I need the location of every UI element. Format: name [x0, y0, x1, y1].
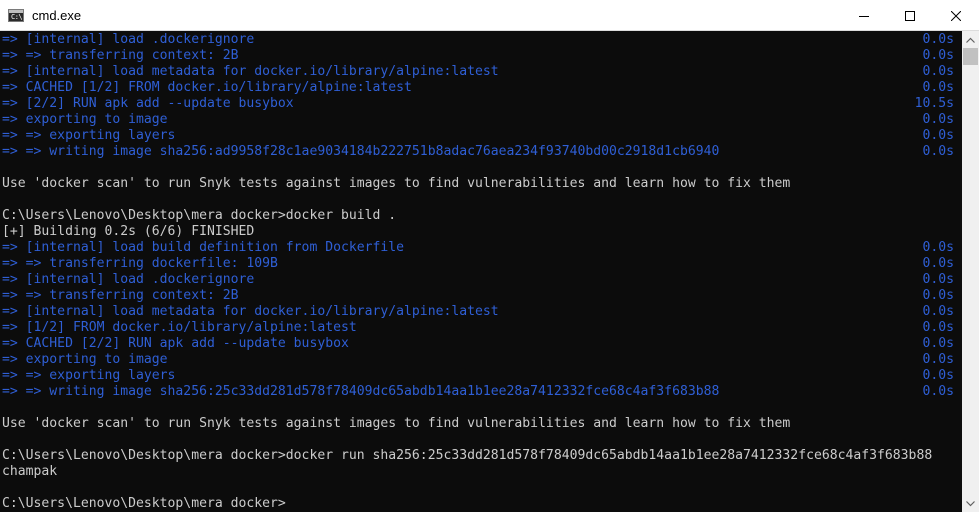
terminal-line: => => transferring dockerfile: 109B 0.0s — [2, 256, 954, 272]
terminal-line-text: => [internal] load .dockerignore — [2, 32, 255, 47]
terminal-line-text: => => transferring context: 2B — [2, 288, 239, 303]
terminal-line-duration: 0.0s — [922, 128, 954, 143]
terminal-line-text: => [1/2] FROM docker.io/library/alpine:l… — [2, 320, 357, 335]
chevron-up-icon — [966, 37, 975, 43]
terminal-line: => exporting to image 0.0s — [2, 352, 954, 368]
terminal-line-text: => [internal] load build definition from… — [2, 240, 405, 255]
terminal-line-text: => => writing image sha256:25c33dd281d57… — [2, 384, 720, 399]
terminal-line: => => transferring context: 2B 0.0s — [2, 288, 954, 304]
chevron-down-icon — [966, 500, 975, 506]
terminal-line-text: => => writing image sha256:ad9958f28c1ae… — [2, 144, 720, 159]
terminal-line: => => exporting layers 0.0s — [2, 128, 954, 144]
terminal-line-duration: 0.0s — [922, 240, 954, 255]
terminal-line: C:\Users\Lenovo\Desktop\mera docker>dock… — [2, 208, 954, 224]
terminal-line-duration: 0.0s — [922, 352, 954, 367]
app-icon-label: C:\ — [11, 13, 23, 21]
terminal-line: => [1/2] FROM docker.io/library/alpine:l… — [2, 320, 954, 336]
maximize-button[interactable] — [887, 0, 933, 31]
close-button[interactable] — [933, 0, 979, 31]
terminal-line-duration: 0.0s — [922, 368, 954, 383]
terminal-line-duration: 0.0s — [922, 32, 954, 47]
terminal-line-duration: 0.0s — [922, 288, 954, 303]
terminal-line-text: => => transferring context: 2B — [2, 48, 239, 63]
terminal-line-duration: 0.0s — [922, 48, 954, 63]
terminal-line-duration: 10.5s — [914, 96, 954, 111]
minimize-button[interactable] — [841, 0, 887, 31]
terminal-line-text: => [2/2] RUN apk add --update busybox — [2, 96, 294, 111]
terminal-line-text: Use 'docker scan' to run Snyk tests agai… — [2, 176, 791, 191]
terminal-line-duration: 0.0s — [922, 112, 954, 127]
terminal-line-duration: 0.0s — [922, 272, 954, 287]
terminal-line-text: => [internal] load metadata for docker.i… — [2, 64, 499, 79]
terminal-line-duration: 0.0s — [922, 384, 954, 399]
terminal-line-text: Use 'docker scan' to run Snyk tests agai… — [2, 416, 791, 431]
terminal-line: champak — [2, 464, 954, 480]
terminal-line-duration: 0.0s — [922, 320, 954, 335]
terminal-line-text: => => transferring dockerfile: 109B — [2, 256, 278, 271]
terminal-line: => [internal] load build definition from… — [2, 240, 954, 256]
terminal-line-text: => CACHED [1/2] FROM docker.io/library/a… — [2, 80, 412, 95]
terminal-line: => => transferring context: 2B 0.0s — [2, 48, 954, 64]
terminal-line-text: => => exporting layers — [2, 368, 176, 383]
terminal-line: => [internal] load .dockerignore 0.0s — [2, 32, 954, 48]
terminal-line: => => writing image sha256:25c33dd281d57… — [2, 384, 954, 400]
scrollbar-thumb[interactable] — [963, 48, 978, 65]
minimize-icon — [859, 15, 869, 17]
terminal-line: => [2/2] RUN apk add --update busybox 10.… — [2, 96, 954, 112]
terminal-line-text: C:\Users\Lenovo\Desktop\mera docker> — [2, 496, 286, 511]
terminal-line-text: => exporting to image — [2, 352, 168, 367]
terminal-line: => [internal] load metadata for docker.i… — [2, 304, 954, 320]
terminal-line: C:\Users\Lenovo\Desktop\mera docker>dock… — [2, 448, 954, 464]
terminal-line-duration: 0.0s — [922, 64, 954, 79]
maximize-icon — [905, 10, 915, 21]
terminal-line-text: champak — [2, 464, 58, 479]
terminal-line: => exporting to image 0.0s — [2, 112, 954, 128]
terminal-line: C:\Users\Lenovo\Desktop\mera docker> — [2, 496, 954, 512]
terminal-line: Use 'docker scan' to run Snyk tests agai… — [2, 176, 954, 192]
terminal-line-duration: 0.0s — [922, 256, 954, 271]
terminal-line-text: => [internal] load metadata for docker.i… — [2, 304, 499, 319]
terminal-line-text: => [internal] load .dockerignore — [2, 272, 255, 287]
terminal-line-text: => CACHED [2/2] RUN apk add --update bus… — [2, 336, 349, 351]
terminal-line-duration: 0.0s — [922, 336, 954, 351]
terminal-line-text: => => exporting layers — [2, 128, 176, 143]
title-bar[interactable]: C:\ cmd.exe — [0, 0, 979, 31]
terminal-line-text: C:\Users\Lenovo\Desktop\mera docker>dock… — [2, 208, 397, 223]
window-title: cmd.exe — [32, 8, 82, 23]
terminal-output[interactable]: => [internal] load .dockerignore 0.0s => =… — [0, 31, 962, 512]
scroll-down-button[interactable] — [962, 495, 979, 512]
cmd-window: C:\ cmd.exe => [internal] load .dockerig… — [0, 0, 979, 512]
terminal-line: => [internal] load .dockerignore 0.0s — [2, 272, 954, 288]
vertical-scrollbar[interactable] — [962, 31, 979, 512]
terminal-line-text: [+] Building 0.2s (6/6) FINISHED — [2, 224, 255, 239]
scroll-up-button[interactable] — [962, 31, 979, 48]
terminal-line: => => exporting layers 0.0s — [2, 368, 954, 384]
terminal-line-text: => exporting to image — [2, 112, 168, 127]
terminal-line: Use 'docker scan' to run Snyk tests agai… — [2, 416, 954, 432]
terminal-line: [+] Building 0.2s (6/6) FINISHED — [2, 224, 954, 240]
close-icon — [951, 10, 961, 21]
terminal-line: => [internal] load metadata for docker.i… — [2, 64, 954, 80]
terminal-line-duration: 0.0s — [922, 304, 954, 319]
terminal-line: => CACHED [1/2] FROM docker.io/library/a… — [2, 80, 954, 96]
terminal-line: => CACHED [2/2] RUN apk add --update bus… — [2, 336, 954, 352]
terminal-line-duration: 0.0s — [922, 80, 954, 95]
terminal-line: => => writing image sha256:ad9958f28c1ae… — [2, 144, 954, 160]
terminal-line-text: C:\Users\Lenovo\Desktop\mera docker>dock… — [2, 448, 933, 463]
command-prompt-icon[interactable]: C:\ — [8, 9, 24, 22]
terminal-line-duration: 0.0s — [922, 144, 954, 159]
